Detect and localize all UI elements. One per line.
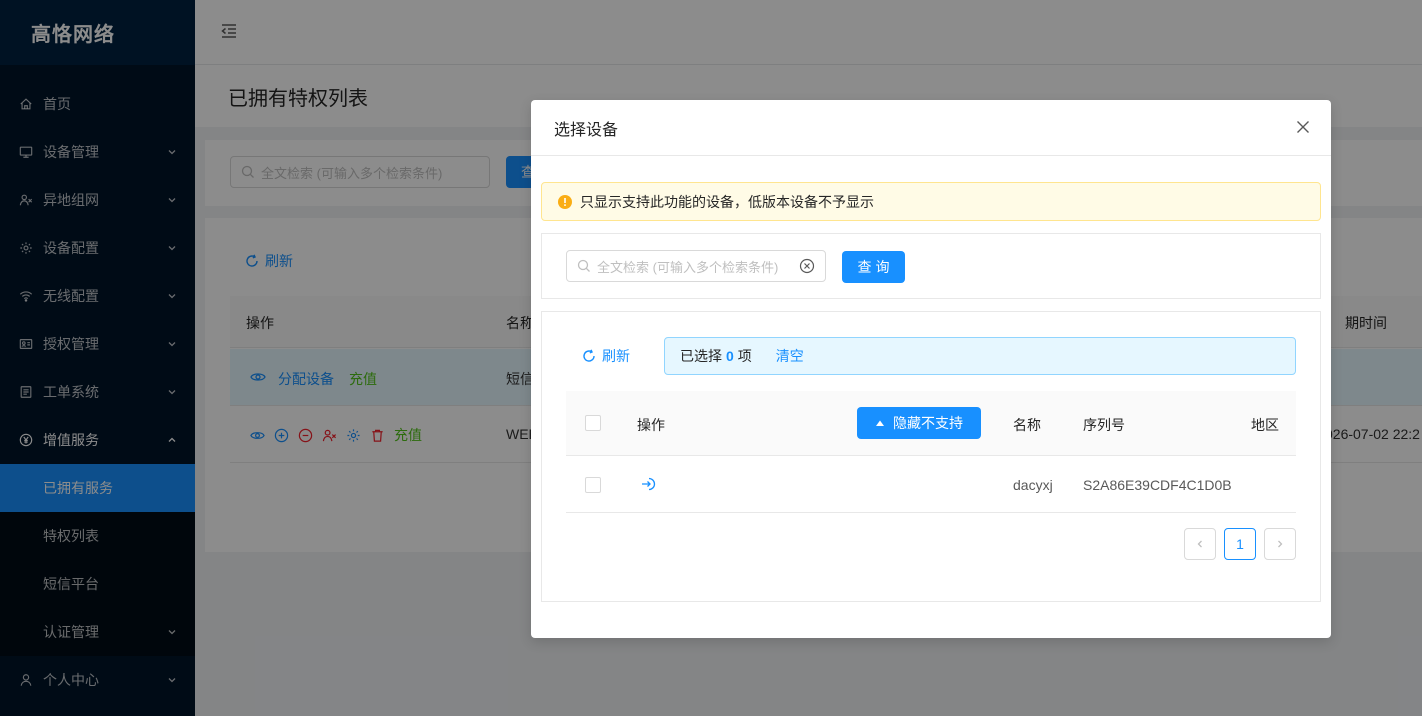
chevron-right-icon	[1278, 540, 1283, 548]
search-icon	[577, 259, 591, 273]
selection-info-bar: 已选择 0 项 清空	[664, 337, 1296, 375]
pagination-page[interactable]: 1	[1224, 528, 1256, 560]
modal-table-card: 刷新 已选择 0 项 清空 操作 隐藏不支持 名称 序列号 地区 dacyxj …	[541, 311, 1321, 602]
pagination-prev[interactable]	[1184, 528, 1216, 560]
login-icon[interactable]	[640, 476, 656, 492]
warning-alert: 只显示支持此功能的设备，低版本设备不予显示	[541, 182, 1321, 221]
alert-message: 只显示支持此功能的设备，低版本设备不予显示	[580, 193, 874, 210]
device-name-cell: dacyxj	[1013, 477, 1053, 493]
refresh-icon	[583, 349, 595, 362]
search-placeholder: 全文检索 (可输入多个检索条件)	[597, 259, 779, 275]
close-icon[interactable]	[1295, 119, 1311, 135]
modal-search-card: 全文检索 (可输入多个检索条件) 查询	[541, 233, 1321, 299]
device-table-header: 操作 隐藏不支持 名称 序列号 地区	[566, 391, 1296, 456]
selected-prefix: 已选择	[680, 348, 722, 364]
row-checkbox[interactable]	[585, 477, 601, 493]
caret-up-icon	[876, 420, 884, 426]
selected-suffix: 项	[737, 348, 752, 364]
column-header-region: 地区	[1251, 417, 1279, 433]
clear-selection-link[interactable]: 清空	[776, 346, 804, 366]
query-button[interactable]: 查询	[842, 251, 905, 283]
table-row[interactable]: dacyxj S2A86E39CDF4C1D0B	[566, 456, 1296, 513]
selected-count: 0	[726, 348, 734, 364]
serial-number-cell: S2A86E39CDF4C1D0B	[1083, 477, 1232, 493]
modal-header: 选择设备	[531, 100, 1331, 156]
column-header-action: 操作	[637, 417, 665, 433]
chevron-left-icon	[1197, 540, 1202, 548]
modal-title: 选择设备	[554, 121, 619, 139]
clear-circle-icon[interactable]	[799, 258, 815, 274]
refresh-button[interactable]: 刷新	[582, 346, 630, 366]
select-device-modal: 选择设备 只显示支持此功能的设备，低版本设备不予显示 全文检索 (可输入多个检索…	[531, 100, 1331, 638]
column-header-name: 名称	[1013, 417, 1041, 433]
hide-unsupported-button[interactable]: 隐藏不支持	[857, 407, 981, 439]
exclamation-circle-icon	[558, 194, 572, 209]
refresh-label: 刷新	[602, 348, 630, 364]
pagination-next[interactable]	[1264, 528, 1296, 560]
hide-unsupported-label: 隐藏不支持	[893, 415, 963, 431]
modal-search-input[interactable]: 全文检索 (可输入多个检索条件)	[566, 250, 826, 282]
select-all-checkbox[interactable]	[585, 415, 601, 431]
column-header-serial: 序列号	[1083, 417, 1125, 433]
